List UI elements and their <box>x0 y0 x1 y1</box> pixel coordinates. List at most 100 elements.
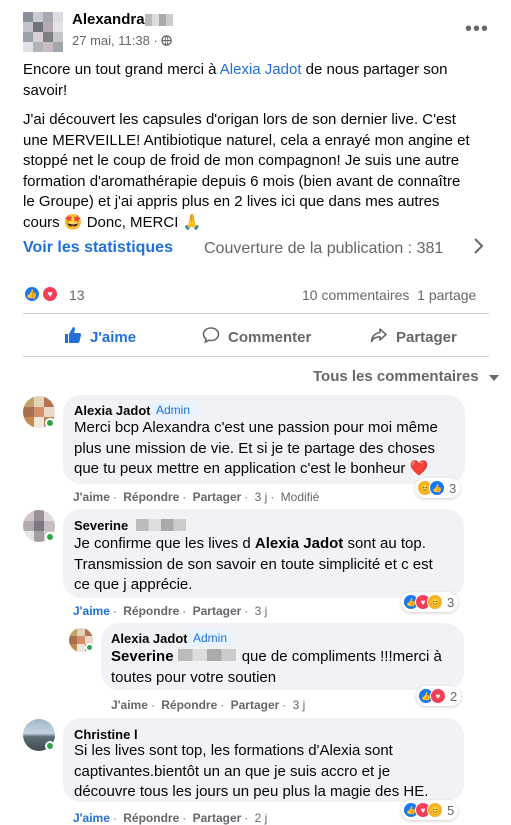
post-body-line: une MERVEILLE! Antibiotique naturel, cel… <box>23 131 470 149</box>
comments-sort-dropdown[interactable]: Tous les commentaires <box>313 368 499 385</box>
separator-dot: · <box>150 698 159 712</box>
comment-line: Severine que de compliments !!!merci à <box>111 647 442 668</box>
insights-link[interactable]: Voir les statistiques <box>23 239 173 257</box>
post-body: J'ai découvert les capsules d'origan lor… <box>23 110 493 233</box>
post-meta: 27 mai, 11:38 · <box>72 33 173 48</box>
comment-text: Si les lives sont top, les formations d'… <box>74 741 428 803</box>
post-body-line: formation d'aromathérapie depuis 6 mois … <box>23 172 461 190</box>
post-card: Alexandra 27 mai, 11:38 · ••• Encore un … <box>0 0 511 825</box>
comment-actions: J'aime · Répondre · Partager · 3 j <box>111 698 308 712</box>
commenter-name[interactable]: Alexia Jadot <box>111 631 188 646</box>
reply-link[interactable]: Répondre <box>123 604 179 618</box>
chevron-right-icon[interactable] <box>473 237 485 261</box>
separator-dot: · <box>112 811 121 825</box>
mention-link[interactable]: Alexia Jadot <box>255 535 343 552</box>
redacted-surname <box>145 14 173 26</box>
comment-reactions-count: 5 <box>447 802 455 818</box>
separator-dot: · <box>182 604 190 618</box>
divider <box>23 356 489 357</box>
sort-label: Tous les commentaires <box>313 368 479 385</box>
share-button[interactable]: Partager <box>370 326 457 349</box>
comment-reactions-count: 3 <box>449 480 457 496</box>
like-button[interactable]: J'aime <box>64 326 136 349</box>
comment-label: Commenter <box>228 329 312 346</box>
comment-actions: J'aime · Répondre · Partager · 3 j · Modifié <box>73 490 322 504</box>
post-date[interactable]: 27 mai, 11:38 <box>72 33 150 48</box>
like-label: J'aime <box>90 329 137 346</box>
globe-icon <box>161 33 173 48</box>
comment-button[interactable]: Commenter <box>202 326 311 349</box>
separator-dot: · <box>182 811 190 825</box>
comment-time[interactable]: 3 j <box>255 490 268 504</box>
comment-reactions[interactable]: 😊 👍 3 <box>415 478 461 498</box>
love-reaction-icon[interactable]: ♥ <box>41 285 59 303</box>
comment-reactions[interactable]: 👍 ♥ 2 <box>416 686 462 706</box>
comment-reactions-count: 3 <box>447 594 455 610</box>
comment-reactions[interactable]: 👍 ♥ 😊 3 <box>401 592 459 612</box>
like-link[interactable]: J'aime <box>111 698 148 712</box>
post-intro-line2: savoir! <box>23 81 68 99</box>
post-body-line: J'ai découvert les capsules d'origan lor… <box>23 111 456 128</box>
comment-line: Merci bcp Alexandra c'est une passion po… <box>74 419 438 436</box>
share-link[interactable]: Partager <box>193 490 242 504</box>
separator-dot: · <box>282 698 290 712</box>
post-body-line: le Groupe) et j'ai appris plus en 2 live… <box>23 193 440 210</box>
comment-time[interactable]: 2 j <box>255 811 268 825</box>
author-name[interactable]: Alexandra <box>72 11 145 28</box>
comment-time[interactable]: 3 j <box>255 604 268 618</box>
comment-actions: J'aime · Répondre · Partager · 3 j <box>73 604 270 618</box>
redacted-surname <box>177 649 236 661</box>
shares-count[interactable]: 1 partage <box>417 287 476 303</box>
mention-link[interactable]: Severine <box>111 648 174 665</box>
online-status-indicator <box>45 741 55 751</box>
like-link[interactable]: J'aime <box>73 811 110 825</box>
reply-link[interactable]: Répondre <box>123 490 179 504</box>
comment-text: Je confirme que les lives d Alexia Jadot… <box>74 534 433 596</box>
like-reaction-icon[interactable]: 👍 <box>23 285 41 303</box>
commenter-name[interactable]: Severine <box>74 518 128 533</box>
comments-count[interactable]: 10 commentaires <box>302 287 409 303</box>
post-intro-text: Encore un tout grand merci à <box>23 61 220 78</box>
comment-time[interactable]: 3 j <box>293 698 306 712</box>
share-link[interactable]: Partager <box>193 811 242 825</box>
divider <box>23 313 489 314</box>
comment-line: plus une mission de vie. Et si je te par… <box>74 439 436 457</box>
love-reaction-icon: ♥ <box>430 688 446 704</box>
edited-label[interactable]: Modifié <box>281 490 320 504</box>
mention-link[interactable]: Alexia Jadot <box>220 61 302 78</box>
comment-line: captivantes.bientôt un an que je suis ac… <box>74 762 391 780</box>
more-dots-icon[interactable]: ••• <box>465 18 489 41</box>
redacted-surname <box>136 519 186 531</box>
reply-link[interactable]: Répondre <box>123 811 179 825</box>
like-link[interactable]: J'aime <box>73 490 110 504</box>
comment-line: toutes pour votre soutien <box>111 668 277 686</box>
comment-line: que tu peux mettre en application c'est … <box>74 460 429 477</box>
comment-line: découvre tous les jours un peu plus la m… <box>74 783 429 800</box>
comment-reactions-count: 2 <box>450 688 458 704</box>
online-status-indicator <box>85 643 94 652</box>
reactions-count[interactable]: 13 <box>69 287 85 303</box>
post-intro: Encore un tout grand merci à Alexia Jado… <box>23 60 493 101</box>
separator-dot: · <box>244 604 252 618</box>
separator-dot: · <box>244 811 252 825</box>
reply-link[interactable]: Répondre <box>161 698 217 712</box>
author-avatar[interactable] <box>23 12 63 52</box>
comment-actions: J'aime · Répondre · Partager · 2 j <box>73 811 270 825</box>
separator-dot: · <box>220 698 228 712</box>
share-link[interactable]: Partager <box>193 604 242 618</box>
comment-text-start: Je confirme que les lives d <box>74 535 255 552</box>
separator-dot: · <box>244 490 252 504</box>
like-link[interactable]: J'aime <box>73 604 110 618</box>
commenter-name[interactable]: Alexia Jadot <box>74 403 151 418</box>
comment-reactions[interactable]: 👍 ♥ 😊 5 <box>401 800 459 820</box>
separator-dot: · <box>112 490 121 504</box>
admin-badge: Admin <box>187 630 234 646</box>
share-link[interactable]: Partager <box>231 698 280 712</box>
comment-line: ce que j apprécie. <box>74 576 193 593</box>
comment-icon <box>202 326 220 349</box>
post-reach[interactable]: Couverture de la publication : 381 <box>204 240 443 258</box>
post-intro-text-end: de nous partager son <box>301 61 448 78</box>
commenter-name[interactable]: Christine l <box>74 727 138 742</box>
care-reaction-icon: 😊 <box>427 802 443 818</box>
separator-dot: · <box>182 490 190 504</box>
